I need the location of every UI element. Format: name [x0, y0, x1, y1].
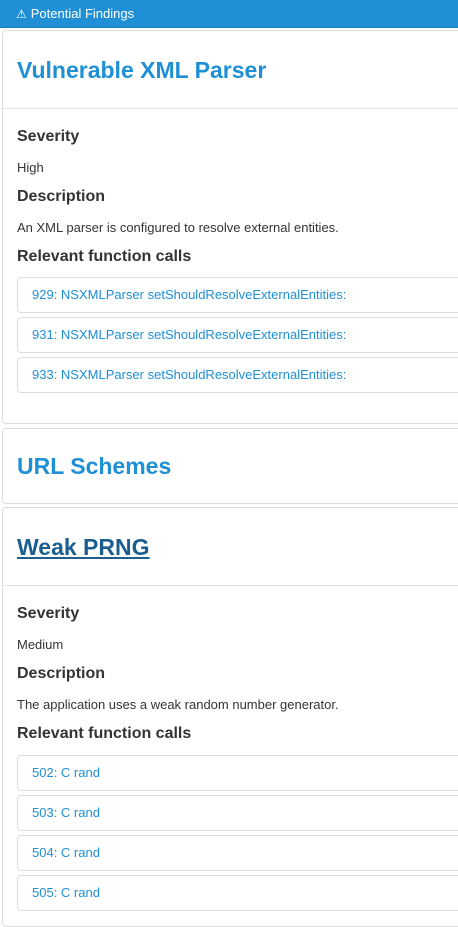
finding-card-url-schemes: URL Schemes: [2, 428, 458, 504]
finding-card-xml-parser: Vulnerable XML Parser Severity High Desc…: [2, 30, 458, 424]
header-title: Potential Findings: [30, 6, 135, 21]
finding-title-link[interactable]: Vulnerable XML Parser: [17, 57, 266, 84]
function-calls-label: Relevant function calls: [17, 248, 192, 265]
severity-value: Medium: [17, 637, 64, 652]
description-text: An XML parser is configured to resolve e…: [17, 220, 339, 235]
finding-title-link[interactable]: Weak PRNG: [17, 534, 150, 561]
description-label: Description: [17, 188, 106, 205]
function-call-item[interactable]: 505: C rand: [17, 875, 458, 911]
function-call-item[interactable]: 503: C rand: [17, 795, 458, 831]
severity-label: Severity: [17, 605, 80, 622]
severity-label: Severity: [17, 128, 80, 145]
warning-triangle-icon: ⚠: [16, 7, 27, 21]
finding-title-link[interactable]: URL Schemes: [17, 453, 171, 480]
finding-card-weak-prng: Weak PRNG Severity Medium Description Th…: [2, 507, 458, 927]
function-call-item[interactable]: 931: NSXMLParser setShouldResolveExterna…: [17, 317, 458, 353]
function-call-item[interactable]: 504: C rand: [17, 835, 458, 871]
function-call-item[interactable]: 502: C rand: [17, 755, 458, 791]
description-text: The application uses a weak random numbe…: [17, 697, 339, 712]
finding-header: Weak PRNG: [3, 508, 458, 586]
function-calls-label: Relevant function calls: [17, 725, 192, 742]
finding-header: Vulnerable XML Parser: [3, 31, 458, 109]
severity-value: High: [17, 160, 44, 175]
function-call-item[interactable]: 929: NSXMLParser setShouldResolveExterna…: [17, 277, 458, 313]
function-call-item[interactable]: 933: NSXMLParser setShouldResolveExterna…: [17, 357, 458, 393]
description-label: Description: [17, 665, 106, 682]
potential-findings-header[interactable]: ⚠ Potential Findings: [0, 0, 458, 28]
